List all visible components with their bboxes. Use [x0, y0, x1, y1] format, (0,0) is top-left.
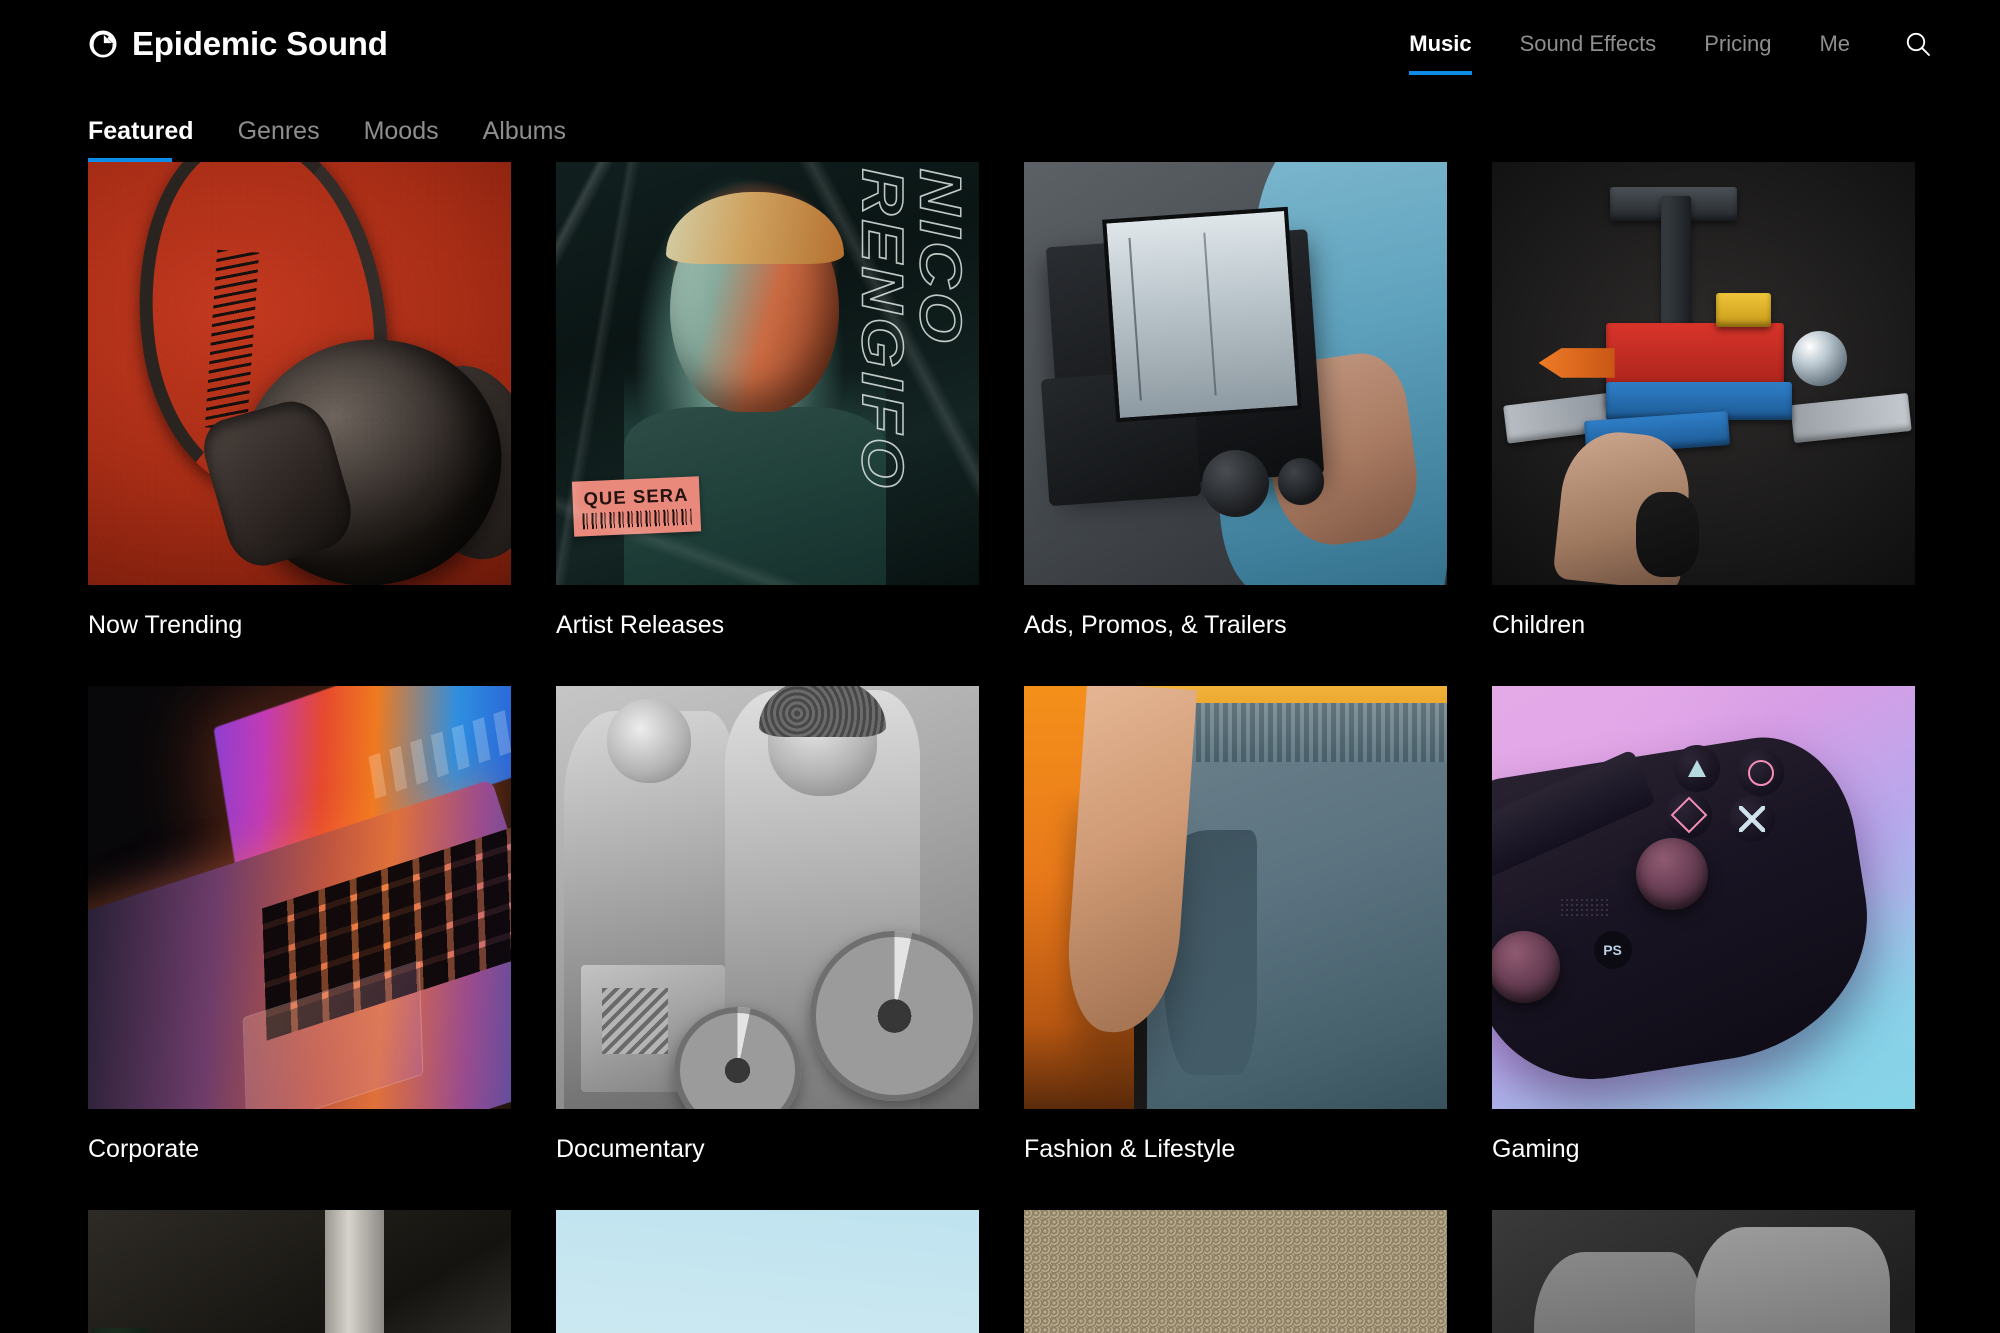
card-title: Children	[1492, 611, 1586, 639]
card-fashion-lifestyle[interactable]: Fashion & Lifestyle	[1024, 686, 1447, 1210]
card-title: Corporate	[88, 1135, 200, 1163]
fashion-artwork	[1024, 686, 1447, 1109]
game-controller-artwork: PS	[1492, 686, 1915, 1109]
sky-artwork	[556, 1210, 979, 1333]
card-thumbnail[interactable]	[1492, 1210, 1915, 1333]
album-cover-artwork: NICO RENGIFO QUE SERA	[556, 162, 979, 585]
card-row3-2[interactable]	[556, 1210, 979, 1333]
card-artist-releases[interactable]: NICO RENGIFO QUE SERA Artist Releases	[556, 162, 979, 686]
card-row3-1[interactable]	[88, 1210, 511, 1333]
brand-name: Epidemic Sound	[132, 25, 388, 62]
card-corporate[interactable]: Corporate	[88, 686, 511, 1210]
monochrome-artwork	[1492, 1210, 1915, 1333]
card-title: Documentary	[556, 1135, 705, 1163]
card-thumbnail[interactable]	[1492, 162, 1915, 585]
card-row3-3[interactable]	[1024, 1210, 1447, 1333]
camera-rig-artwork	[1024, 162, 1447, 585]
interior-artwork	[88, 1210, 511, 1333]
card-thumbnail[interactable]: NICO RENGIFO QUE SERA	[556, 162, 979, 585]
top-navigation-bar: Epidemic Sound Music Sound Effects Prici…	[0, 0, 2000, 88]
card-thumbnail[interactable]: PS	[1492, 686, 1915, 1109]
tab-moods[interactable]: Moods	[364, 117, 461, 162]
card-now-trending[interactable]: Now Trending	[88, 162, 511, 686]
card-title: Now Trending	[88, 611, 243, 639]
category-tabs: Featured Genres Moods Albums	[0, 88, 2000, 162]
card-thumbnail[interactable]	[1024, 1210, 1447, 1333]
card-ads-promos-trailers[interactable]: Ads, Promos, & Trailers	[1024, 162, 1447, 686]
brand-logo[interactable]: Epidemic Sound	[88, 25, 388, 63]
gravel-artwork	[1024, 1210, 1447, 1333]
card-title: Artist Releases	[556, 611, 725, 639]
search-icon[interactable]	[1898, 24, 1938, 64]
tab-featured[interactable]: Featured	[88, 117, 216, 162]
lego-spaceship-artwork	[1492, 162, 1915, 585]
nav-item-sound-effects[interactable]: Sound Effects	[1496, 27, 1681, 61]
card-gaming[interactable]: PS Gaming	[1492, 686, 1915, 1210]
card-thumbnail[interactable]	[88, 686, 511, 1109]
headphones-artwork	[88, 162, 511, 585]
card-thumbnail[interactable]	[1024, 162, 1447, 585]
primary-nav: Music Sound Effects Pricing Me	[1385, 24, 1938, 75]
card-title: Fashion & Lifestyle	[1024, 1135, 1236, 1163]
card-thumbnail[interactable]	[1024, 686, 1447, 1109]
card-thumbnail[interactable]	[556, 1210, 979, 1333]
nav-item-pricing[interactable]: Pricing	[1680, 27, 1795, 61]
card-thumbnail[interactable]	[556, 686, 979, 1109]
card-title: Gaming	[1492, 1135, 1580, 1163]
neon-laptop-artwork	[88, 686, 511, 1109]
epidemic-logo-icon	[88, 29, 118, 59]
card-row3-4[interactable]	[1492, 1210, 1915, 1333]
nav-item-me[interactable]: Me	[1795, 27, 1874, 61]
card-documentary[interactable]: Documentary	[556, 686, 979, 1210]
featured-card-grid: Now Trending NICO RENGIFO QUE SERA Artis…	[0, 162, 2000, 1333]
card-thumbnail[interactable]	[88, 1210, 511, 1333]
nav-item-music[interactable]: Music	[1385, 27, 1495, 75]
card-children[interactable]: Children	[1492, 162, 1915, 686]
card-title: Ads, Promos, & Trailers	[1024, 611, 1287, 639]
film-reel-artwork	[556, 686, 979, 1109]
card-thumbnail[interactable]	[88, 162, 511, 585]
tab-genres[interactable]: Genres	[238, 117, 342, 162]
tab-albums[interactable]: Albums	[483, 117, 588, 162]
